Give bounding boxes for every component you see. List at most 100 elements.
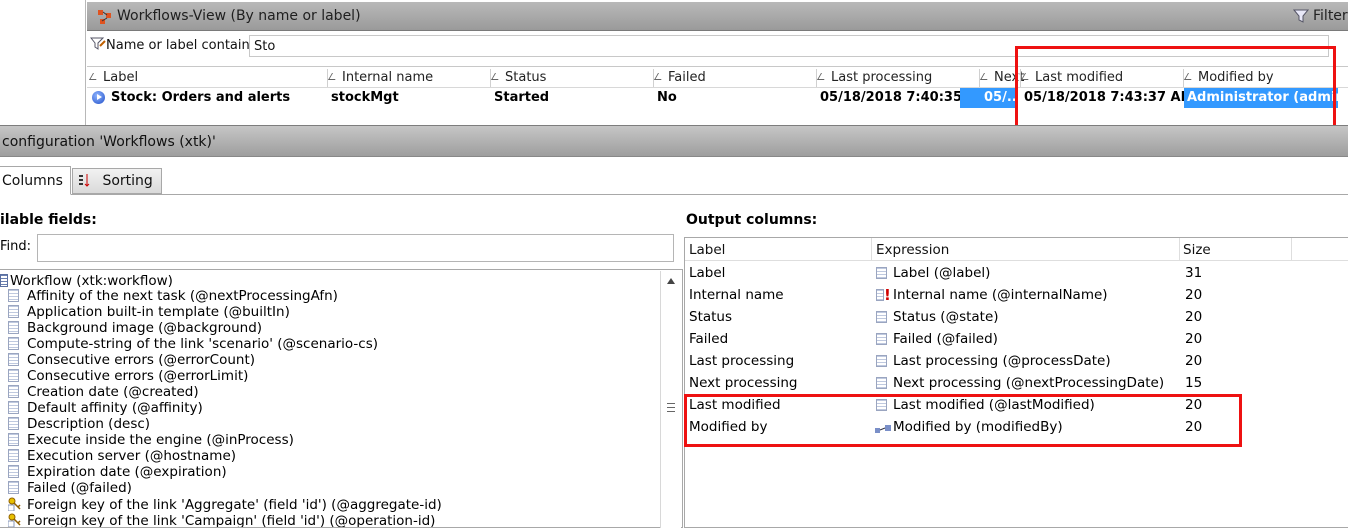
header-size[interactable]: Size (1183, 242, 1211, 258)
workflows-grid-header: Label Internal name Status Failed Last p… (87, 66, 1348, 88)
column-header-status[interactable]: Status (490, 70, 546, 85)
output-row[interactable]: Label Label (@label) 31 (685, 262, 1348, 284)
cell-failed: No (657, 90, 677, 105)
tab-columns[interactable]: Columns (0, 166, 71, 195)
output-row-size: 20 (1185, 397, 1203, 413)
output-row[interactable]: Failed Failed (@failed) 20 (685, 328, 1348, 350)
cell-next: 05/... (960, 88, 1018, 108)
tree-field-item[interactable]: Background image (@background) (8, 321, 262, 337)
output-row-expression: Failed (@failed) (893, 331, 998, 347)
field-icon (8, 417, 19, 430)
field-icon (8, 449, 19, 462)
cell-last-modified: 05/18/2018 7:43:37 AM (1024, 90, 1194, 105)
field-icon (8, 465, 19, 478)
output-row-size: 20 (1185, 309, 1203, 325)
cell-label: Stock: Orders and alerts (111, 90, 291, 105)
output-row-label: Status (689, 309, 733, 325)
header-label[interactable]: Label (689, 242, 725, 258)
column-header-failed[interactable]: Failed (653, 70, 706, 85)
cell-modified-by: Administrator (admin) (1184, 88, 1348, 108)
tree-field-item[interactable]: Compute-string of the link 'scenario' (@… (8, 337, 378, 353)
tab-sorting[interactable]: Sorting (72, 168, 162, 194)
output-columns-title: Output columns: (686, 212, 818, 228)
splitter-grip-icon[interactable] (667, 403, 675, 413)
column-header-label[interactable]: Label (88, 70, 138, 85)
output-row[interactable]: Modified by Modified by (modifiedBy) 20 (685, 416, 1348, 438)
funnel-icon (1293, 9, 1309, 23)
output-row[interactable]: Last processing Last processing (@process… (685, 350, 1348, 372)
output-row-size: 20 (1185, 331, 1203, 347)
config-window-titlebar: configuration 'Workflows (xtk)' (0, 125, 1348, 157)
field-icon (876, 267, 887, 279)
schema-icon (0, 274, 8, 287)
grid-empty-area (87, 108, 1348, 125)
config-window-title: configuration 'Workflows (xtk)' (2, 134, 216, 150)
tree-scrollbar[interactable] (660, 271, 681, 528)
available-fields-title: ilable fields: (0, 212, 97, 228)
column-header-modified-by[interactable]: Modified by (1183, 70, 1274, 85)
field-icon (8, 433, 19, 446)
tree-root-workflow[interactable]: Workflow (xtk:workflow) (0, 273, 173, 289)
field-icon (8, 369, 19, 382)
tree-field-item[interactable]: Foreign key of the link 'Campaign' (fiel… (7, 513, 435, 527)
output-row-expression: Modified by (modifiedBy) (893, 419, 1063, 435)
filters-label: Filters (1313, 8, 1348, 24)
field-icon (8, 353, 19, 366)
output-row-label: Internal name (689, 287, 784, 303)
search-row: Name or label contains: (87, 31, 1348, 61)
workflow-app-icon (98, 10, 111, 24)
output-row-label: Modified by (689, 419, 768, 435)
output-row-size: 15 (1185, 375, 1203, 391)
output-row-size: 20 (1185, 287, 1203, 303)
workflows-view-title: Workflows-View (By name or label) (117, 8, 361, 24)
output-columns-table[interactable]: Label Expression Size Label Label (@label… (684, 237, 1348, 528)
tree-field-item[interactable]: Failed (@failed) (8, 481, 132, 497)
tree-field-item[interactable]: Default affinity (@affinity) (8, 401, 203, 417)
scroll-up-icon[interactable] (667, 278, 675, 284)
find-input[interactable] (37, 234, 674, 262)
output-row-expression: Status (@state) (893, 309, 999, 325)
field-icon (876, 355, 887, 367)
column-header-last-modified[interactable]: Last modified (1020, 70, 1123, 85)
column-header-next[interactable]: Next (979, 70, 1024, 85)
output-row[interactable]: ! Internal name Internal name (@internalNa… (685, 284, 1348, 306)
output-row-expression: Last modified (@lastModified) (893, 397, 1095, 413)
cell-status: Started (494, 90, 550, 105)
filters-button[interactable]: Filters (1293, 8, 1348, 24)
mandatory-icon (876, 289, 884, 301)
field-icon (8, 385, 19, 398)
tree-field-item[interactable]: Execution server (@hostname) (8, 449, 236, 465)
tree-field-item[interactable]: Consecutive errors (@errorCount) (8, 353, 255, 369)
link-icon (875, 423, 891, 433)
output-columns-header: Label Expression Size (685, 238, 1348, 261)
tree-field-item[interactable]: Consecutive errors (@errorLimit) (8, 369, 248, 385)
workflow-started-icon (92, 91, 105, 104)
output-row-label: Last processing (689, 353, 795, 369)
available-fields-tree[interactable]: Workflow (xtk:workflow) Affinity of the … (0, 269, 683, 528)
key-icon (7, 513, 23, 527)
search-input[interactable] (249, 35, 1329, 57)
output-row-size: 31 (1185, 265, 1203, 281)
tree-field-item[interactable]: Execute inside the engine (@inProcess) (8, 433, 294, 449)
output-row-label: Last modified (689, 397, 781, 413)
field-icon (8, 305, 19, 318)
column-header-last-processing[interactable]: Last processing (816, 70, 932, 85)
output-row-expression: Next processing (@nextProcessingDate) (893, 375, 1165, 391)
tree-field-item[interactable]: Application built-in template (@builtIn) (8, 305, 290, 321)
output-row-size: 20 (1185, 353, 1203, 369)
output-row[interactable]: Last modified Last modified (@lastModifie… (685, 394, 1348, 416)
tree-field-item[interactable]: Creation date (@created) (8, 385, 199, 401)
output-row[interactable]: Status Status (@state) 20 (685, 306, 1348, 328)
header-expression[interactable]: Expression (876, 242, 949, 258)
field-icon (876, 311, 887, 323)
column-header-internal-name[interactable]: Internal name (327, 70, 433, 85)
tree-field-item[interactable]: Expiration date (@expiration) (8, 465, 227, 481)
tree-field-item[interactable]: Description (desc) (8, 417, 150, 433)
left-panel-edge (0, 0, 86, 125)
tree-field-item[interactable]: Foreign key of the link 'Aggregate' (fie… (7, 497, 442, 513)
table-row[interactable]: Stock: Orders and alerts stockMgt Starte… (87, 88, 1348, 108)
tree-field-item[interactable]: Affinity of the next task (@nextProcessi… (8, 289, 338, 305)
output-row[interactable]: Next processing Next processing (@nextPro… (685, 372, 1348, 394)
search-label: Name or label contains: (106, 38, 261, 53)
field-icon (8, 401, 19, 414)
